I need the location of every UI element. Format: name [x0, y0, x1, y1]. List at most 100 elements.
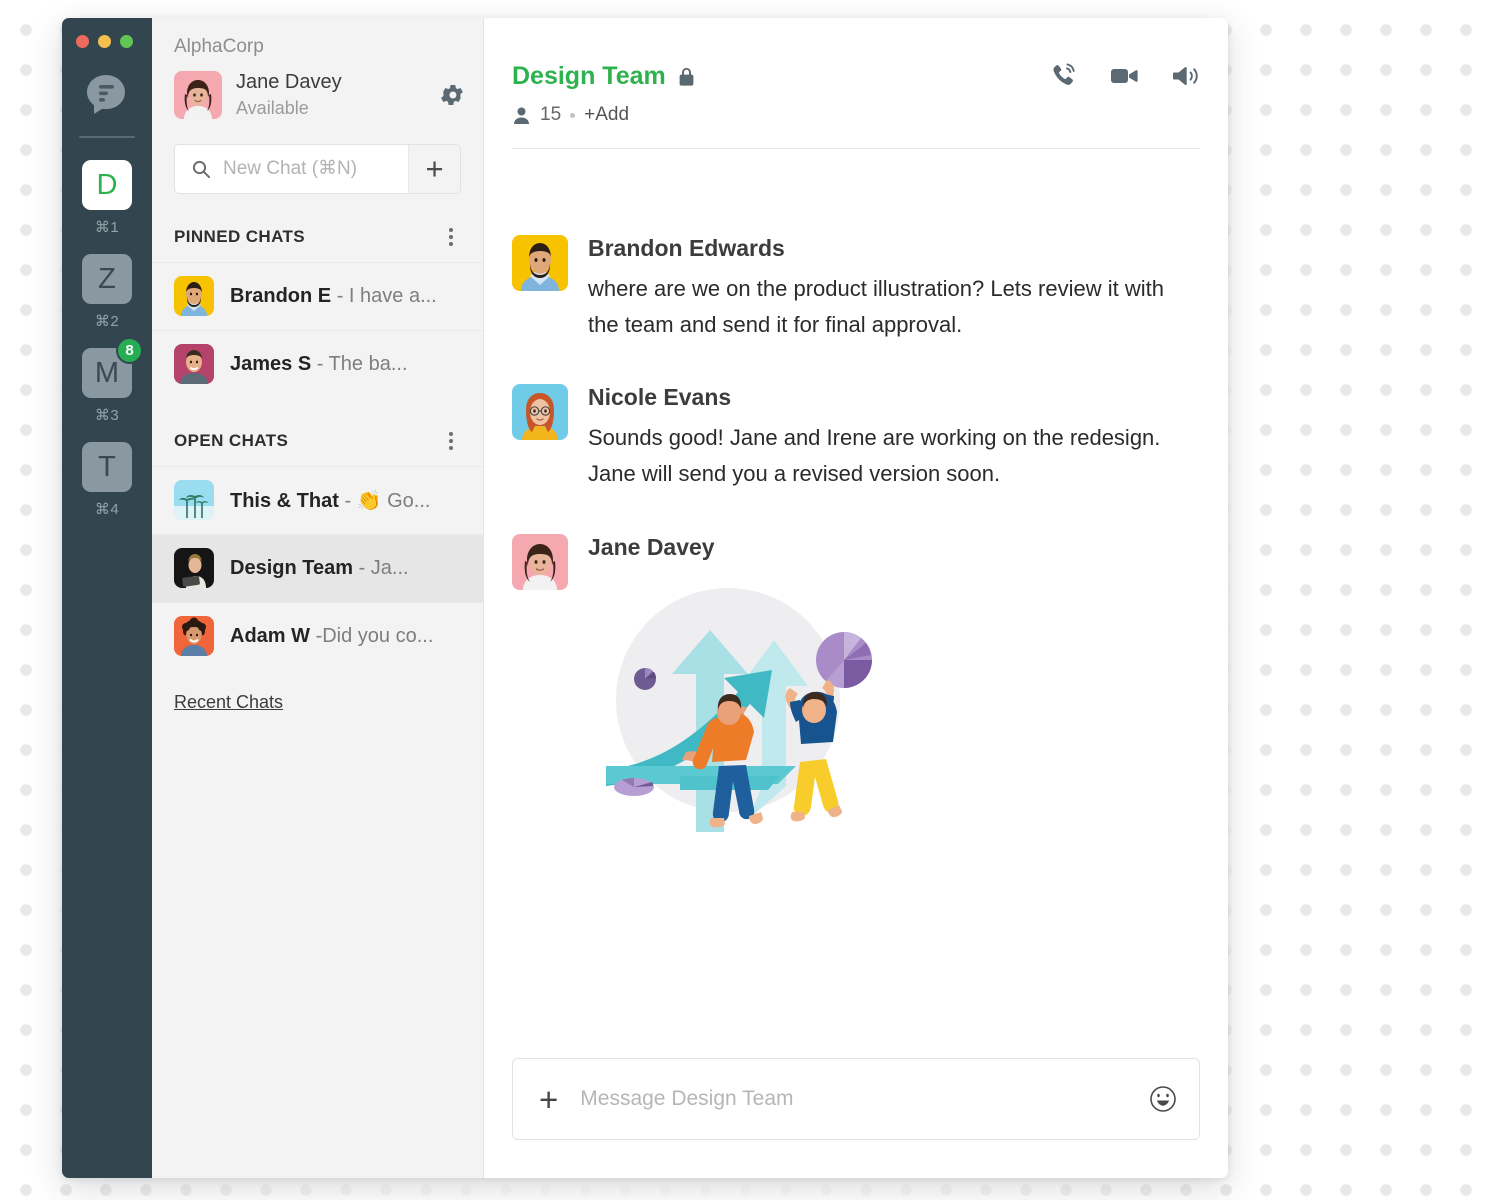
message-item: Nicole Evans Sounds good! Jane and Irene… — [512, 384, 1200, 491]
rail-item-z[interactable]: Z ⌘2 — [62, 254, 152, 330]
message-list: Brandon Edwards where are we on the prod… — [484, 149, 1228, 1058]
chat-row-text: Brandon E - I have a... — [230, 285, 437, 308]
gear-icon[interactable] — [441, 83, 465, 107]
smiley-face-icon[interactable] — [1149, 1085, 1177, 1113]
rail-item-t[interactable]: T ⌘4 — [62, 442, 152, 518]
composer-container: + — [484, 1058, 1228, 1178]
message-author: Nicole Evans — [588, 384, 732, 411]
pinned-chats-title: PINNED CHATS — [174, 226, 306, 246]
message-text: where are we on the product illustration… — [588, 276, 1164, 337]
message-item: Jane Davey — [512, 533, 1200, 850]
chat-sidebar: AlphaCorp Jane Davey Available New Chat … — [152, 18, 484, 1178]
avatar[interactable] — [512, 235, 568, 291]
add-member-button[interactable]: +Add — [584, 104, 629, 126]
chat-row-name: Adam W — [230, 624, 310, 647]
recent-chats-link[interactable]: Recent Chats — [152, 670, 305, 713]
chat-row-text: This & That - 👏 Go... — [230, 488, 430, 513]
chat-main-panel: Design Team 15 +Add Brandon Edwards wher… — [484, 18, 1228, 1178]
pinned-chats-header: PINNED CHATS — [152, 194, 483, 262]
member-icon — [512, 106, 531, 125]
message-composer[interactable]: + — [512, 1058, 1200, 1140]
chat-row-text: Design Team - Ja... — [230, 557, 409, 580]
chat-row-text: James S - The ba... — [230, 353, 408, 376]
rail-tile-z[interactable]: Z — [82, 254, 132, 304]
chat-row-text: Adam W -Did you co... — [230, 625, 433, 648]
chat-row-brandon-e[interactable]: Brandon E - I have a... — [152, 261, 483, 330]
maximize-window-button[interactable] — [120, 35, 133, 48]
search-field[interactable] — [175, 145, 408, 193]
new-chat-add-button[interactable]: + — [408, 144, 460, 193]
open-chats-menu-icon[interactable] — [445, 428, 457, 454]
chat-row-name: This & That — [230, 489, 339, 512]
member-count: 15 — [540, 104, 562, 125]
search-input[interactable] — [223, 157, 408, 180]
rail-tile-d[interactable]: D — [82, 160, 132, 210]
current-user-status: Available — [236, 98, 309, 118]
chat-row-preview: - 👏 Go... — [344, 489, 431, 512]
avatar[interactable] — [512, 384, 568, 441]
rail-item-list: D ⌘1 Z ⌘2 M 8 ⌘3 T ⌘4 — [62, 160, 152, 518]
message-text: Sounds good! Jane and Irene are working … — [588, 425, 1161, 486]
video-camera-icon[interactable] — [1108, 60, 1140, 92]
message-item: Brandon Edwards where are we on the prod… — [512, 235, 1200, 342]
rail-tile-letter: M — [94, 356, 120, 389]
rail-shortcut-d: ⌘1 — [94, 219, 120, 236]
chat-member-info: 15 +Add — [512, 104, 1200, 126]
avatar — [174, 480, 214, 520]
chat-row-preview: - The ba... — [316, 352, 408, 375]
avatar[interactable] — [512, 533, 568, 590]
avatar — [174, 548, 214, 588]
rail-tile-letter: D — [96, 168, 118, 201]
rail-shortcut-t: ⌘4 — [94, 501, 120, 518]
chat-row-james-s[interactable]: James S - The ba... — [152, 329, 483, 398]
message-attachment-illustration[interactable] — [588, 570, 1200, 850]
message-author: Jane Davey — [588, 533, 715, 560]
speaker-icon[interactable] — [1170, 61, 1200, 91]
avatar — [174, 70, 222, 119]
chat-row-name: James S — [230, 352, 312, 375]
chat-row-name: Design Team — [230, 556, 353, 579]
rail-tile-letter: Z — [98, 262, 116, 295]
team-rail: D ⌘1 Z ⌘2 M 8 ⌘3 T ⌘4 — [62, 18, 152, 1178]
new-chat-searchbar[interactable]: + — [174, 143, 461, 194]
rail-item-d[interactable]: D ⌘1 — [62, 160, 152, 236]
chat-row-design-team[interactable]: Design Team - Ja... — [152, 533, 483, 602]
pinned-chats-menu-icon[interactable] — [445, 224, 457, 250]
avatar — [174, 276, 214, 316]
current-user-row[interactable]: Jane Davey Available — [152, 58, 483, 120]
open-chats-header: OPEN CHATS — [152, 398, 483, 466]
app-window: D ⌘1 Z ⌘2 M 8 ⌘3 T ⌘4 AlphaCorp Jane Dav… — [62, 18, 1228, 1178]
message-input[interactable] — [580, 1087, 1127, 1111]
rail-tile-m[interactable]: M 8 — [82, 337, 143, 398]
chat-row-name: Brandon E — [230, 284, 332, 307]
avatar — [174, 344, 214, 384]
organization-name: AlphaCorp — [174, 36, 264, 57]
phone-call-icon[interactable] — [1048, 61, 1078, 91]
avatar — [174, 616, 214, 656]
chat-row-adam-w[interactable]: Adam W -Did you co... — [152, 601, 483, 670]
search-icon — [191, 159, 211, 179]
separator-dot — [570, 112, 576, 118]
lock-icon — [678, 66, 695, 87]
unread-badge: 8 — [116, 337, 143, 364]
page-title: Design Team — [512, 61, 666, 90]
attach-plus-icon[interactable]: + — [539, 1083, 558, 1116]
window-traffic-lights — [62, 29, 152, 48]
rail-item-m[interactable]: M 8 ⌘3 — [62, 337, 152, 424]
minimize-window-button[interactable] — [98, 35, 111, 48]
chat-row-preview: -Did you co... — [315, 624, 434, 647]
app-logo-icon — [82, 70, 132, 120]
rail-shortcut-z: ⌘2 — [94, 313, 120, 330]
chat-row-preview: - Ja... — [358, 556, 409, 579]
rail-divider — [79, 136, 135, 138]
chat-row-preview: - I have a... — [336, 284, 437, 307]
message-author: Brandon Edwards — [588, 235, 785, 261]
page-background: D ⌘1 Z ⌘2 M 8 ⌘3 T ⌘4 AlphaCorp Jane Dav… — [0, 0, 1488, 1200]
close-window-button[interactable] — [76, 35, 89, 48]
rail-tile-t[interactable]: T — [82, 442, 132, 492]
chat-header: Design Team 15 +Add — [484, 18, 1228, 126]
chat-row-this-and-that[interactable]: This & That - 👏 Go... — [152, 465, 483, 534]
rail-tile-letter: T — [98, 450, 116, 483]
open-chats-title: OPEN CHATS — [174, 430, 289, 450]
chat-header-actions — [1048, 60, 1200, 92]
